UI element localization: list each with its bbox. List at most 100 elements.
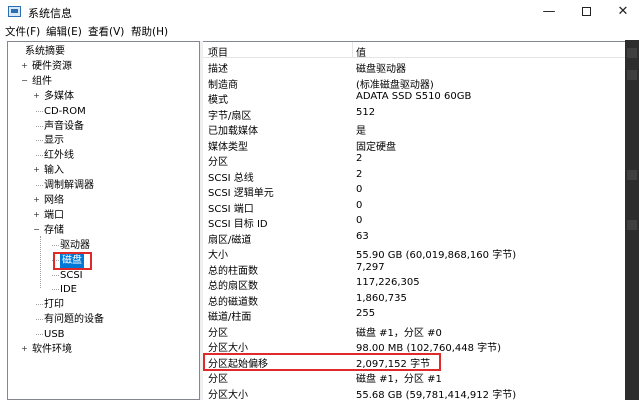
item-name: 已加载媒体: [208, 126, 258, 138]
tree-item-label: 软件环境: [32, 344, 72, 355]
tree-item[interactable]: 声音设备: [8, 119, 198, 134]
column-header-item[interactable]: 项目: [208, 44, 228, 59]
annotation-highlight: [203, 352, 441, 371]
menu-view[interactable]: 查看(V): [88, 24, 124, 39]
item-value: 1,860,735: [356, 292, 407, 304]
item-name: 分区: [208, 327, 228, 339]
list-row[interactable]: 总的柱面数 7,297: [203, 261, 639, 277]
tree-item[interactable]: USB: [8, 327, 198, 342]
desktop-glyph: [627, 70, 637, 80]
tree-item-label: 存储: [44, 224, 64, 236]
column-header-value[interactable]: 值: [356, 44, 366, 59]
tree-connector: [52, 274, 59, 276]
tree-item-label: 红外线: [44, 150, 74, 162]
tree-item[interactable]: + 多媒体: [8, 89, 198, 104]
list-row[interactable]: 分区大小 98.00 MB (102,760,448 字节): [203, 338, 639, 354]
tree-item-label: 输入: [44, 165, 64, 177]
expand-icon[interactable]: +: [32, 166, 41, 175]
tree-item[interactable]: SCSI: [8, 268, 198, 283]
tree-connector: [52, 244, 59, 246]
desktop-glyph: [627, 220, 637, 230]
item-name: 扇区/磁道: [208, 234, 252, 246]
expand-icon[interactable]: +: [20, 61, 29, 71]
window-title: 系统信息: [28, 7, 72, 20]
menu-bar: 文件(F) 编辑(E) 查看(V) 帮助(H): [0, 22, 639, 40]
expand-icon[interactable]: +: [32, 196, 41, 205]
menu-help[interactable]: 帮助(H): [131, 24, 168, 39]
item-name: SCSI 逻辑单元: [208, 188, 274, 200]
tree-item[interactable]: + 硬件资源: [8, 59, 198, 74]
item-value: 0: [356, 184, 363, 196]
item-name: 分区大小: [208, 389, 248, 400]
item-name: 总的扇区数: [208, 281, 258, 293]
tree-connector: [36, 185, 43, 187]
menu-file[interactable]: 文件(F): [5, 24, 40, 39]
tree-item[interactable]: + 软件环境: [8, 342, 198, 357]
menu-edit[interactable]: 编辑(E): [46, 24, 82, 39]
list-row[interactable]: SCSI 逻辑单元 0: [203, 183, 639, 199]
tree-item[interactable]: IDE: [8, 282, 198, 297]
list-row[interactable]: 分区 磁盘 #1，分区 #0: [203, 323, 639, 339]
tree-item-label: SCSI: [60, 269, 83, 281]
item-name: 总的柱面数: [208, 265, 258, 277]
tree-item[interactable]: 有问题的设备: [8, 312, 198, 327]
maximize-icon: [581, 7, 591, 16]
tree-item[interactable]: 调制解调器: [8, 178, 198, 193]
minimize-button[interactable]: —: [529, 0, 569, 24]
system-info-icon: [8, 6, 21, 17]
tree-item[interactable]: 显示: [8, 133, 198, 148]
list-row[interactable]: 已加载媒体 是: [203, 121, 639, 137]
close-button[interactable]: ✕: [603, 0, 639, 24]
collapse-icon[interactable]: −: [32, 225, 41, 235]
list-row[interactable]: 大小 55.90 GB (60,019,868,160 字节): [203, 245, 639, 261]
tree-item-label: 有问题的设备: [44, 314, 104, 326]
expand-icon[interactable]: +: [32, 91, 41, 101]
tree-item-label: 端口: [44, 209, 64, 221]
details-list[interactable]: 项目 值 描述 磁盘驱动器 制造商 (标准磁盘驱动器) 模式 ADATA SSD S510…: [203, 41, 639, 400]
list-row[interactable]: SCSI 端口 0: [203, 199, 639, 215]
list-row[interactable]: 媒体类型 固定硬盘: [203, 137, 639, 153]
column-divider[interactable]: [352, 42, 353, 58]
list-row[interactable]: SCSI 总线 2: [203, 168, 639, 184]
item-value: 512: [356, 106, 376, 118]
tree-item-label: 调制解调器: [44, 180, 94, 192]
tree-item[interactable]: + 端口: [8, 208, 198, 223]
list-row[interactable]: 扇区/磁道 63: [203, 230, 639, 246]
tree-item[interactable]: 磁盘: [8, 252, 198, 268]
tree-item[interactable]: 红外线: [8, 148, 198, 163]
tree-item[interactable]: + 输入: [8, 163, 198, 178]
list-row[interactable]: 总的扇区数 117,226,305: [203, 276, 639, 292]
list-row[interactable]: 磁道/柱面 255: [203, 307, 639, 323]
tree-item[interactable]: − 存储: [8, 223, 198, 238]
item-name: SCSI 目标 ID: [208, 219, 268, 231]
tree-item[interactable]: + 网络: [8, 193, 198, 208]
tree-connector: [52, 289, 59, 291]
list-header: 项目 值: [203, 42, 639, 59]
list-row[interactable]: SCSI 目标 ID 0: [203, 214, 639, 230]
tree-item[interactable]: CD-ROM: [8, 104, 198, 119]
list-row[interactable]: 分区 磁盘 #1，分区 #1: [203, 369, 639, 385]
collapse-icon[interactable]: −: [20, 76, 29, 86]
list-row[interactable]: 分区 2: [203, 152, 639, 168]
item-name: 大小: [208, 250, 228, 262]
item-value: 55.90 GB (60,019,868,160 字节): [356, 250, 517, 262]
maximize-button[interactable]: [566, 0, 606, 24]
tree-item-label: 系统摘要: [25, 46, 65, 57]
category-tree[interactable]: 系统摘要 + 硬件资源 − 组件 + 多媒体 CD-ROM 声音设备 显示 红外线 + 输入 调制解调器 +…: [7, 41, 200, 400]
tree-connector: [36, 334, 43, 336]
item-name: 模式: [208, 95, 228, 107]
tree-item[interactable]: 打印: [8, 297, 198, 312]
list-row[interactable]: 字节/扇区 512: [203, 106, 639, 122]
expand-icon[interactable]: +: [20, 345, 29, 354]
list-row[interactable]: 分区大小 55.68 GB (59,781,414,912 字节): [203, 385, 639, 400]
list-row[interactable]: 模式 ADATA SSD S510 60GB: [203, 90, 639, 106]
list-row[interactable]: 描述 磁盘驱动器: [203, 59, 639, 75]
tree-item[interactable]: 系统摘要: [8, 44, 198, 59]
expand-icon[interactable]: +: [32, 210, 41, 220]
tree-item-label: CD-ROM: [44, 105, 86, 117]
list-row[interactable]: 总的磁道数 1,860,735: [203, 292, 639, 308]
item-value: 2: [356, 168, 363, 180]
list-row[interactable]: 制造商 (标准磁盘驱动器): [203, 75, 639, 91]
tree-item[interactable]: 驱动器: [8, 238, 198, 253]
tree-item[interactable]: − 组件: [8, 74, 198, 89]
